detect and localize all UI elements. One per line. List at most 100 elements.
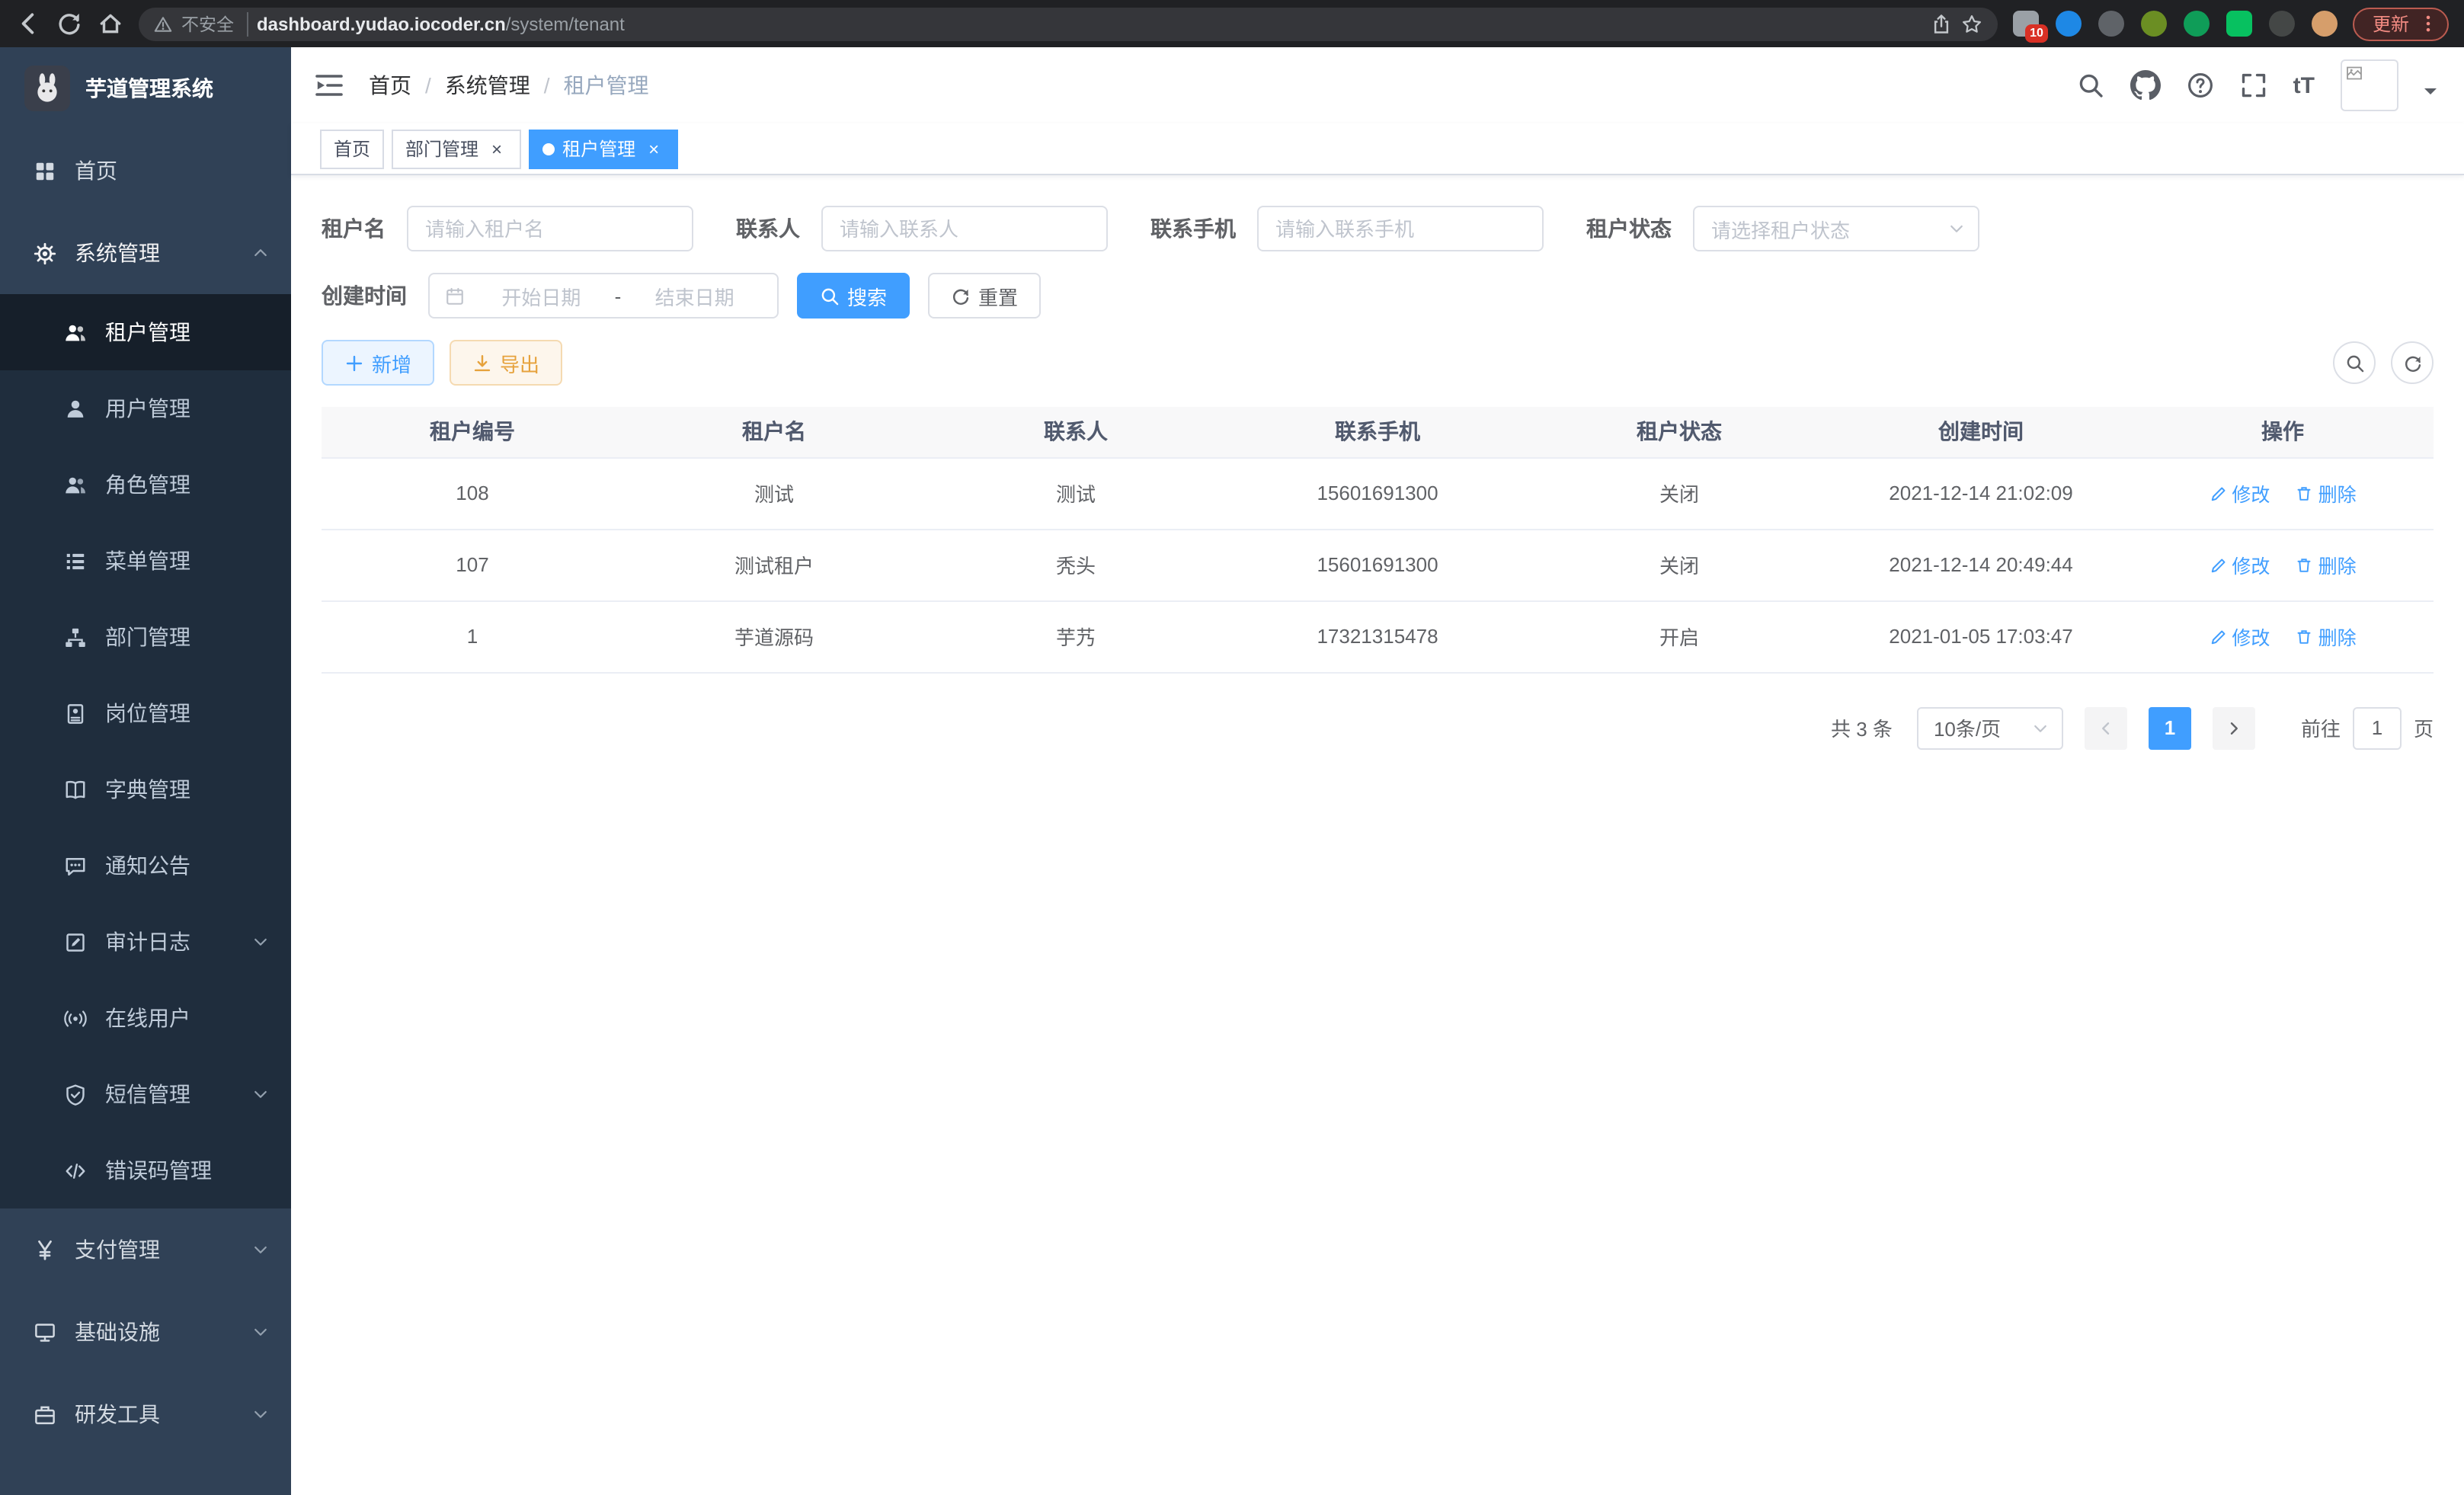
goto-page-input[interactable]	[2353, 706, 2402, 749]
sidebar-item-online-user[interactable]: 在线用户	[0, 980, 291, 1056]
table-row[interactable]: 107 测试租户 秃头 15601691300 关闭 2021-12-14 20…	[322, 529, 2434, 600]
sidebar-item-system[interactable]: 系统管理	[0, 212, 291, 294]
breadcrumb-home[interactable]: 首页	[369, 70, 411, 101]
phone-input[interactable]	[1257, 206, 1544, 251]
pencil-icon	[2209, 627, 2227, 645]
question-icon[interactable]	[2187, 72, 2214, 99]
chevron-right-icon	[2225, 719, 2243, 737]
tab-dept[interactable]: 部门管理 ×	[392, 129, 521, 168]
extension-icon[interactable]	[2098, 11, 2124, 37]
cell-contact: 秃头	[925, 529, 1227, 600]
tenant-name-input[interactable]	[407, 206, 693, 251]
sidebar-item-error-code[interactable]: 错误码管理	[0, 1132, 291, 1208]
sidebar-item-post[interactable]: 岗位管理	[0, 675, 291, 751]
sidebar-item-user[interactable]: 用户管理	[0, 370, 291, 447]
sidebar-item-infra[interactable]: 基础设施	[0, 1291, 291, 1373]
extension-icon[interactable]	[2056, 11, 2082, 37]
date-end[interactable]: 结束日期	[627, 281, 762, 310]
sidebar-item-sms[interactable]: 短信管理	[0, 1056, 291, 1132]
sidebar-item-notice[interactable]: 通知公告	[0, 828, 291, 904]
close-icon[interactable]: ×	[643, 138, 664, 159]
reset-button[interactable]: 重置	[928, 273, 1041, 319]
edit-link[interactable]: 修改	[2209, 479, 2270, 507]
pagination: 共 3 条 10条/页 1 前往 页	[322, 706, 2434, 749]
search-button[interactable]: 搜索	[797, 273, 910, 319]
profile-avatar-icon[interactable]	[2312, 11, 2338, 37]
page-number-button[interactable]: 1	[2149, 706, 2191, 749]
cell-tenant-id: 107	[322, 529, 623, 600]
logo-image	[24, 66, 70, 111]
export-button[interactable]: 导出	[450, 340, 562, 386]
date-range-picker[interactable]: 开始日期 - 结束日期	[428, 273, 779, 319]
delete-link[interactable]: 删除	[2296, 479, 2357, 507]
address-bar[interactable]: 不安全 dashboard.yudao.iocoder.cn/system/te…	[139, 7, 1998, 40]
font-size-icon[interactable]: tT	[2293, 72, 2315, 98]
breadcrumb-system[interactable]: 系统管理	[445, 70, 530, 101]
tab-home[interactable]: 首页	[320, 129, 384, 168]
screen: 不安全 dashboard.yudao.iocoder.cn/system/te…	[0, 0, 2464, 1495]
goto-label: 前往	[2301, 713, 2341, 742]
trash-icon	[2296, 555, 2314, 574]
hamburger-icon[interactable]	[314, 70, 344, 101]
sidebar-item-dict[interactable]: 字典管理	[0, 751, 291, 828]
github-icon[interactable]	[2130, 70, 2161, 101]
extension-icon[interactable]	[2141, 11, 2167, 37]
delete-link[interactable]: 删除	[2296, 550, 2357, 579]
close-icon[interactable]: ×	[486, 138, 507, 159]
tags-view: 首页 部门管理 × 租户管理 ×	[291, 123, 2464, 175]
table-row[interactable]: 1 芋道源码 芋艿 17321315478 开启 2021-01-05 17:0…	[322, 600, 2434, 672]
next-page-button[interactable]	[2213, 706, 2255, 749]
sidebar-item-dept[interactable]: 部门管理	[0, 599, 291, 675]
col-actions: 操作	[2132, 407, 2434, 457]
share-icon[interactable]	[1931, 13, 1952, 34]
home-icon[interactable]	[98, 11, 123, 37]
prev-page-button[interactable]	[2085, 706, 2127, 749]
sidebar-item-home[interactable]: 首页	[0, 130, 291, 212]
table-row[interactable]: 108 测试 测试 15601691300 关闭 2021-12-14 21:0…	[322, 457, 2434, 529]
refresh-button[interactable]	[2391, 341, 2434, 384]
sidebar-item-dev-tools[interactable]: 研发工具	[0, 1373, 291, 1455]
extension-icon[interactable]: 10	[2013, 11, 2039, 37]
cell-tenant-name: 测试	[623, 457, 925, 529]
tenant-name-label: 租户名	[322, 213, 386, 244]
sidebar-item-menu[interactable]: 菜单管理	[0, 523, 291, 599]
fullscreen-icon[interactable]	[2240, 72, 2267, 99]
cell-tenant-id: 1	[322, 600, 623, 672]
page-content: 租户名 联系人 联系手机 租户状态 请选择租户状态	[291, 175, 2464, 1495]
col-contact: 联系人	[925, 407, 1227, 457]
date-start[interactable]: 开始日期	[474, 281, 609, 310]
filter-row-2: 创建时间 开始日期 - 结束日期 搜索 重置	[322, 273, 2434, 319]
edit-link[interactable]: 修改	[2209, 622, 2270, 651]
bookmark-star-icon[interactable]	[1961, 13, 1982, 34]
tab-tenant[interactable]: 租户管理 ×	[529, 129, 678, 168]
sidebar-item-role[interactable]: 角色管理	[0, 447, 291, 523]
download-icon	[472, 353, 492, 373]
extension-icon[interactable]	[2184, 11, 2210, 37]
avatar[interactable]	[2341, 59, 2398, 111]
edit-link[interactable]: 修改	[2209, 550, 2270, 579]
sidebar: 芋道管理系统 首页 系统管理 租户管理 用户管理	[0, 47, 291, 1495]
search-icon[interactable]	[2077, 72, 2104, 99]
security-label[interactable]: 不安全	[181, 11, 248, 36]
tenant-table: 租户编号 租户名 联系人 联系手机 租户状态 创建时间 操作 108 测试	[322, 407, 2434, 673]
dropdown-caret-icon[interactable]	[2424, 88, 2437, 101]
chrome-update-menu-button[interactable]: 更新	[2353, 7, 2449, 40]
reload-icon[interactable]	[56, 11, 82, 37]
extension-icon[interactable]	[2226, 11, 2252, 37]
app-logo[interactable]: 芋道管理系统	[0, 47, 291, 130]
back-icon[interactable]	[15, 11, 41, 37]
gear-icon	[34, 242, 56, 264]
page-size-select[interactable]: 10条/页	[1917, 706, 2063, 749]
status-select[interactable]: 请选择租户状态	[1693, 206, 1979, 251]
extension-icon[interactable]	[2269, 11, 2295, 37]
sidebar-item-payment[interactable]: 支付管理	[0, 1208, 291, 1291]
sidebar-item-audit-log[interactable]: 审计日志	[0, 904, 291, 980]
delete-link[interactable]: 删除	[2296, 622, 2357, 651]
broken-image-icon	[2345, 64, 2363, 82]
sidebar-item-tenant[interactable]: 租户管理	[0, 294, 291, 370]
contact-input[interactable]	[821, 206, 1108, 251]
add-button[interactable]: 新增	[322, 340, 434, 386]
document-icon	[64, 930, 87, 953]
cell-tenant-name: 芋道源码	[623, 600, 925, 672]
toggle-search-button[interactable]	[2333, 341, 2376, 384]
